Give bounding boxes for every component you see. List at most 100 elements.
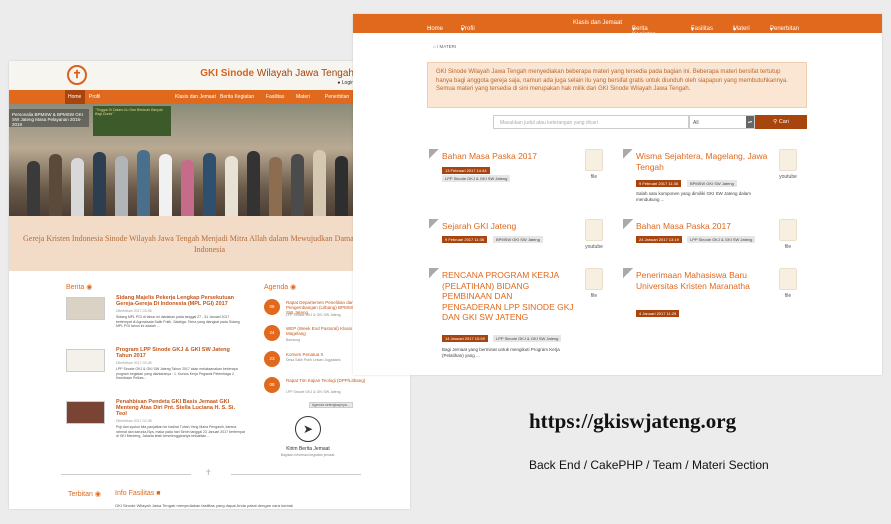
search-input[interactable]: Masukkan judul atau keterangan yang dica… (493, 115, 689, 129)
rss-icon[interactable]: ◉ (86, 284, 92, 291)
rss-icon[interactable]: ◉ (290, 284, 296, 291)
church-logo-icon[interactable]: ✝ (67, 65, 87, 85)
agenda-day: 06 (269, 304, 275, 309)
select-arrow-icon: ▴▾ (746, 116, 754, 128)
site-brand[interactable]: GKI Sinode Wilayah Jawa Tengah (200, 68, 354, 79)
agenda-sub: LPP Sinode GKJ & GKI SW Jateng (286, 390, 341, 394)
person-figure (181, 160, 194, 216)
agenda-title[interactable]: Rapat Tim Kajian Teologi (DPP/Litbang) (286, 378, 366, 383)
nav-klasis[interactable]: Klasis dan Jemaat (175, 94, 216, 100)
terbitan-title-text: Terbitan (68, 491, 93, 498)
card-tag: LPP Sinode GKJ & GKI SW Jateng (493, 335, 562, 342)
kirim-berita-title[interactable]: Kirim Berita Jemaat (271, 446, 345, 452)
nav-penerbitan-label: Penerbitan (770, 26, 800, 32)
card-corner (429, 149, 439, 159)
caret-down-icon: ▾ (733, 27, 737, 33)
card-file[interactable]: file (778, 268, 798, 299)
tagline-text: Gereja Kristen Indonesia Sinode Wilayah … (23, 234, 396, 254)
card-date: 9 Februari 2017 11:36 (442, 236, 488, 243)
card-file[interactable]: file (584, 268, 604, 299)
card-title[interactable]: Bahan Masa Paska 2017 (636, 221, 768, 232)
materi-card[interactable]: Sejarah GKI Jateng 9 Februari 2017 11:36… (429, 219, 619, 264)
card-corner (623, 268, 633, 278)
hero-photo: Personalia BPMSW & BPMSW GKI SW Jateng M… (9, 104, 410, 216)
hero-banner: "Tinggal Di Dalam-Ku Dan Berbuah Banyak … (93, 106, 171, 136)
card-file[interactable]: youtube (778, 149, 798, 180)
file-kind: youtube (585, 244, 603, 250)
login-link[interactable]: ● Login (337, 80, 354, 86)
file-kind: file (590, 174, 598, 180)
briefcase-icon: ■ (156, 490, 161, 497)
agenda-date-badge: 24 (264, 325, 280, 341)
nav-materi[interactable]: Materi (296, 94, 310, 100)
rss-icon[interactable]: ◉ (95, 491, 101, 498)
nav-klasis[interactable]: Klasis dan Jemaat (573, 20, 622, 26)
left-header: ✝ GKI Sinode Wilayah Jawa Tengah ● Login (9, 61, 410, 90)
news-item[interactable]: Penahbisan Pendeta GKI Basis Jemaat GKI … (66, 399, 246, 439)
agenda-item[interactable]: 06 Rapat Departemen Penelitian dan Pengem… (264, 299, 364, 321)
card-title[interactable]: Wisma Sejahtera, Magelang, Jawa Tengah (636, 151, 768, 172)
nav-profil[interactable]: Profil (89, 94, 100, 100)
card-title[interactable]: Bahan Masa Paska 2017 (442, 151, 574, 162)
materi-card[interactable]: Bahan Masa Paska 2017 13 Februari 2017 1… (429, 149, 619, 209)
terbitan-title: Terbitan ◉ (68, 490, 101, 498)
news-title[interactable]: Penahbisan Pendeta GKI Basis Jemaat GKI … (116, 399, 246, 417)
materi-card[interactable]: Penerimaan Mahasiswa Baru Universitas Kr… (623, 268, 813, 328)
card-date: 24 Januari 2017 13:19 (636, 236, 682, 243)
person-figure (313, 150, 326, 216)
brand-sub: Wilayah Jawa Tengah (256, 68, 354, 79)
nav-home[interactable]: Home (65, 90, 85, 104)
materi-card[interactable]: Wisma Sejahtera, Magelang, Jawa Tengah 9… (623, 149, 813, 219)
caret-down-icon: ▾ (461, 27, 465, 33)
person-figure (71, 158, 84, 216)
search-button[interactable]: ⚲ Cari (755, 115, 807, 129)
nav-penerbitan[interactable]: Penerbitan (325, 94, 349, 100)
person-figure (115, 156, 128, 216)
person-figure (27, 161, 40, 216)
news-item[interactable]: Sidang Majelis Pekerja Lengkap Persekutu… (66, 295, 246, 335)
news-thumbnail[interactable] (66, 349, 105, 372)
agenda-item[interactable]: 23 Konven Penatua X Desa Salib Putih Lesta… (264, 351, 364, 373)
card-corner (429, 219, 439, 229)
card-file[interactable]: youtube (584, 219, 604, 250)
news-title[interactable]: Sidang Majelis Pekerja Lengkap Persekutu… (116, 295, 246, 307)
home-icon[interactable]: ⌂ (433, 44, 436, 49)
person-figure (159, 154, 172, 216)
agenda-item[interactable]: 08 Rapat Tim Kajian Teologi (DPP/Litbang)… (264, 377, 366, 399)
news-title[interactable]: Program LPP Sinode GKJ & GKI SW Jateng T… (116, 347, 246, 359)
person-figure (225, 156, 238, 216)
card-title[interactable]: RENCANA PROGRAM KERJA (PELATIHAN) BIDANG… (442, 270, 574, 323)
news-item[interactable]: Program LPP Sinode GKJ & GKI SW Jateng T… (66, 347, 246, 387)
card-tag: LPP Sinode GKJ & GKI SW Jateng (687, 236, 756, 243)
brand-name: GKI Sinode (200, 68, 255, 79)
file-kind: file (590, 293, 598, 299)
file-icon (585, 268, 603, 290)
nav-fasilitas[interactable]: Fasilitas (266, 94, 284, 100)
card-file[interactable]: file (778, 219, 798, 250)
materi-card[interactable]: RENCANA PROGRAM KERJA (PELATIHAN) BIDANG… (429, 268, 619, 368)
news-thumbnail[interactable] (66, 401, 105, 424)
agenda-date-badge: 23 (264, 351, 280, 367)
person-figure (247, 151, 260, 216)
card-title[interactable]: Penerimaan Mahasiswa Baru Universitas Kr… (636, 270, 768, 291)
kirim-berita-sub: Bagikan informasi kegiatan jemaat. (280, 453, 336, 457)
agenda-item[interactable]: 24 WEP (Week End Pastoral) Klasis Magelan… (264, 325, 364, 347)
berita-title-text: Berita (66, 284, 85, 291)
agenda-day: 08 (269, 382, 275, 387)
right-navbar: ⌂ Home Profil ▾ Klasis dan Jemaat Berita K… (353, 14, 882, 38)
card-tag: LPP Sinode GKJ & GKI SW Jateng (442, 175, 511, 182)
category-select[interactable]: All ▴▾ (689, 115, 755, 129)
card-title[interactable]: Sejarah GKI Jateng (442, 221, 574, 232)
person-figure (137, 150, 150, 216)
person-figure (203, 153, 216, 216)
paper-plane-icon[interactable]: ➤ (295, 416, 321, 442)
news-thumbnail[interactable] (66, 297, 105, 320)
agenda-title-text: Agenda (264, 284, 289, 291)
select-value: All (693, 120, 699, 126)
agenda-more-button[interactable]: Agenda selengkapnya... (309, 402, 353, 408)
news-date: Diterbitkan 2017-03-08 (116, 309, 152, 313)
materi-card[interactable]: Bahan Masa Paska 2017 24 Januari 2017 13… (623, 219, 813, 264)
nav-berita[interactable]: Berita Kegiatan (220, 94, 254, 100)
card-file[interactable]: file (584, 149, 604, 180)
news-desc: Puji dan syukur kita panjatkan ke hadira… (116, 425, 245, 438)
